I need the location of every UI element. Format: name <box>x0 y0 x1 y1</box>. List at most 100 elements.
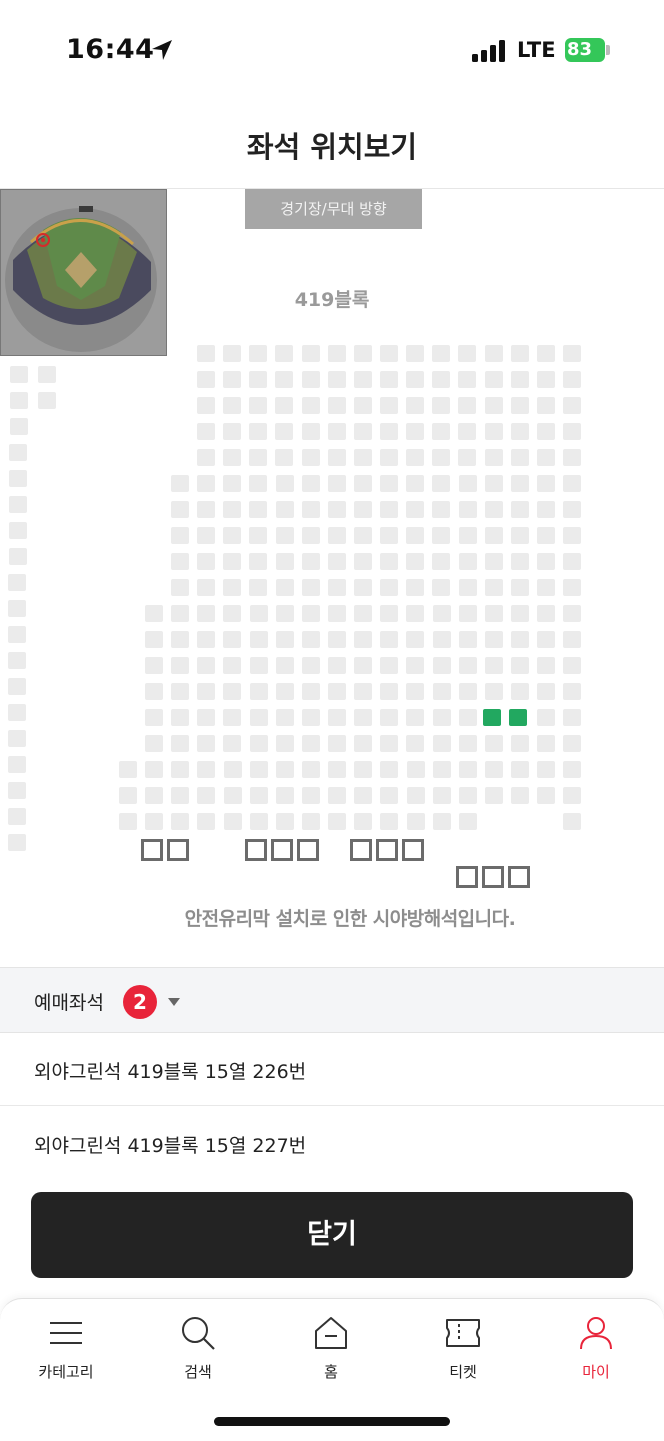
seat <box>537 449 555 466</box>
seat-adjacent-block <box>8 730 26 747</box>
seat <box>433 735 451 752</box>
seat <box>223 735 241 752</box>
reserved-seat-row: 외야그린석 419블록 15열 226번 <box>0 1033 664 1106</box>
seat <box>302 345 320 362</box>
menu-icon <box>50 1322 82 1344</box>
seat <box>459 579 477 596</box>
seat <box>406 475 424 492</box>
obstructed-view-seat <box>245 839 267 861</box>
seat <box>302 631 320 648</box>
seat <box>537 475 555 492</box>
seat <box>406 683 424 700</box>
seat <box>145 735 163 752</box>
seat <box>249 553 267 570</box>
seat <box>459 813 477 830</box>
seat <box>485 605 503 622</box>
seat <box>511 449 529 466</box>
seat <box>328 501 346 518</box>
seat <box>485 397 503 414</box>
home-indicator <box>214 1417 450 1426</box>
seat <box>380 397 398 414</box>
seat <box>458 397 476 414</box>
seat <box>537 657 555 674</box>
reserved-seats-header[interactable]: 예매좌석 2 <box>0 967 664 1033</box>
seat <box>406 397 424 414</box>
seat <box>537 787 555 804</box>
seat <box>537 501 555 518</box>
seat <box>145 631 163 648</box>
seat <box>459 709 477 726</box>
close-button[interactable]: 닫기 <box>31 1192 633 1278</box>
seat <box>223 501 241 518</box>
tab-ticket[interactable]: 티켓 <box>397 1299 529 1399</box>
seat <box>328 579 346 596</box>
seat <box>275 371 293 388</box>
seat <box>171 683 189 700</box>
battery-cap <box>606 45 610 55</box>
seat <box>380 761 398 778</box>
seat-adjacent-block <box>9 496 27 513</box>
seat <box>537 397 555 414</box>
seat <box>171 553 189 570</box>
seat <box>485 371 503 388</box>
seat <box>459 683 477 700</box>
tab-search[interactable]: 검색 <box>132 1299 264 1399</box>
seat <box>406 553 424 570</box>
seat <box>485 501 503 518</box>
seat <box>380 345 398 362</box>
seat <box>197 345 215 362</box>
stadium-minimap[interactable] <box>0 189 167 356</box>
seat <box>458 371 476 388</box>
caret-down-icon[interactable] <box>168 998 180 1006</box>
seat <box>275 397 293 414</box>
seat <box>537 605 555 622</box>
seat <box>197 631 215 648</box>
obstructed-view-seat <box>350 839 372 861</box>
seat <box>249 475 267 492</box>
tab-my[interactable]: 마이 <box>530 1299 662 1399</box>
seat <box>563 475 581 492</box>
seat <box>223 371 241 388</box>
seat <box>563 787 581 804</box>
reserved-seat-text: 외야그린석 419블록 15열 226번 <box>34 1061 307 1083</box>
seat <box>249 527 267 544</box>
seat <box>250 605 268 622</box>
seat <box>250 813 268 830</box>
seat <box>406 371 424 388</box>
seat <box>432 527 450 544</box>
tab-category[interactable]: 카테고리 <box>0 1299 132 1399</box>
home-icon <box>315 1317 347 1349</box>
seat <box>537 553 555 570</box>
seat <box>302 657 320 674</box>
seat <box>511 501 529 518</box>
tab-home[interactable]: 홈 <box>265 1299 397 1399</box>
seat <box>302 683 320 700</box>
seat <box>249 501 267 518</box>
seat <box>432 423 450 440</box>
seat <box>354 345 372 362</box>
seat <box>197 475 215 492</box>
seat-adjacent-block <box>8 704 26 721</box>
seat <box>328 553 346 570</box>
seat <box>145 605 163 622</box>
seat <box>223 475 241 492</box>
seat <box>250 683 268 700</box>
seat <box>302 605 320 622</box>
seat <box>537 709 555 726</box>
seat <box>563 657 581 674</box>
seat <box>380 501 398 518</box>
seat <box>432 371 450 388</box>
seat <box>563 553 581 570</box>
seat <box>380 813 398 830</box>
seat <box>276 501 294 518</box>
seat <box>485 657 503 674</box>
seat <box>511 553 529 570</box>
seat <box>511 397 529 414</box>
seat <box>354 449 372 466</box>
seat <box>458 423 476 440</box>
seat <box>458 345 476 362</box>
obstructed-view-seat <box>402 839 424 861</box>
status-time: 16:44 <box>66 34 155 65</box>
seat <box>197 423 215 440</box>
seat-map[interactable]: 경기장/무대 방향 419블록 안전유리막 설치로 인한 시야방해석입니다. <box>0 189 664 967</box>
